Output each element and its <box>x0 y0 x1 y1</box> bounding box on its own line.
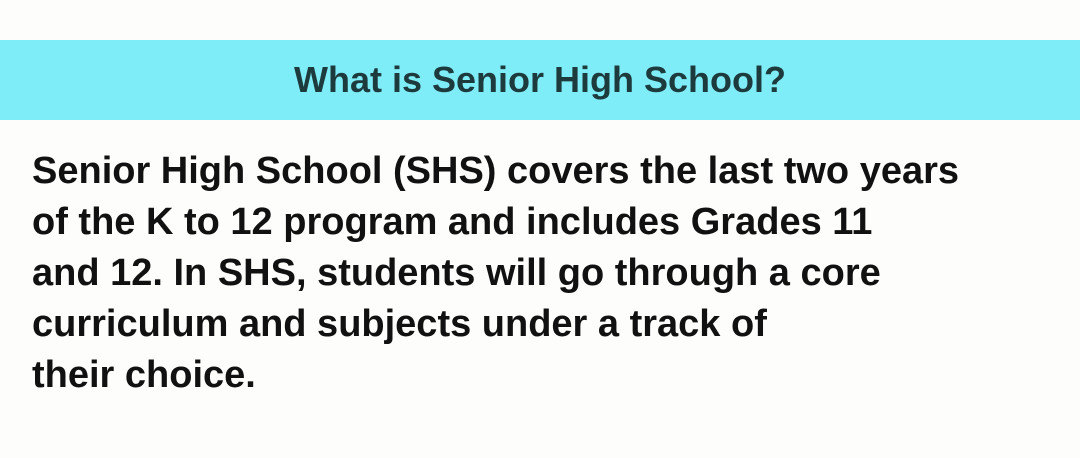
description-line-1: Senior High School (SHS) covers the last… <box>32 150 960 192</box>
page-title: What is Senior High School? <box>293 59 786 100</box>
description-paragraph: Senior High School (SHS) covers the last… <box>32 146 1062 401</box>
description-line-4: curriculum and subjects under a track of <box>32 303 767 345</box>
description-line-5: their choice. <box>32 354 256 396</box>
header-bar: What is Senior High School? <box>0 40 1080 120</box>
description-line-2: of the K to 12 program and includes Grad… <box>32 201 873 243</box>
description-line-3: and 12. In SHS, students will go through… <box>32 252 881 294</box>
